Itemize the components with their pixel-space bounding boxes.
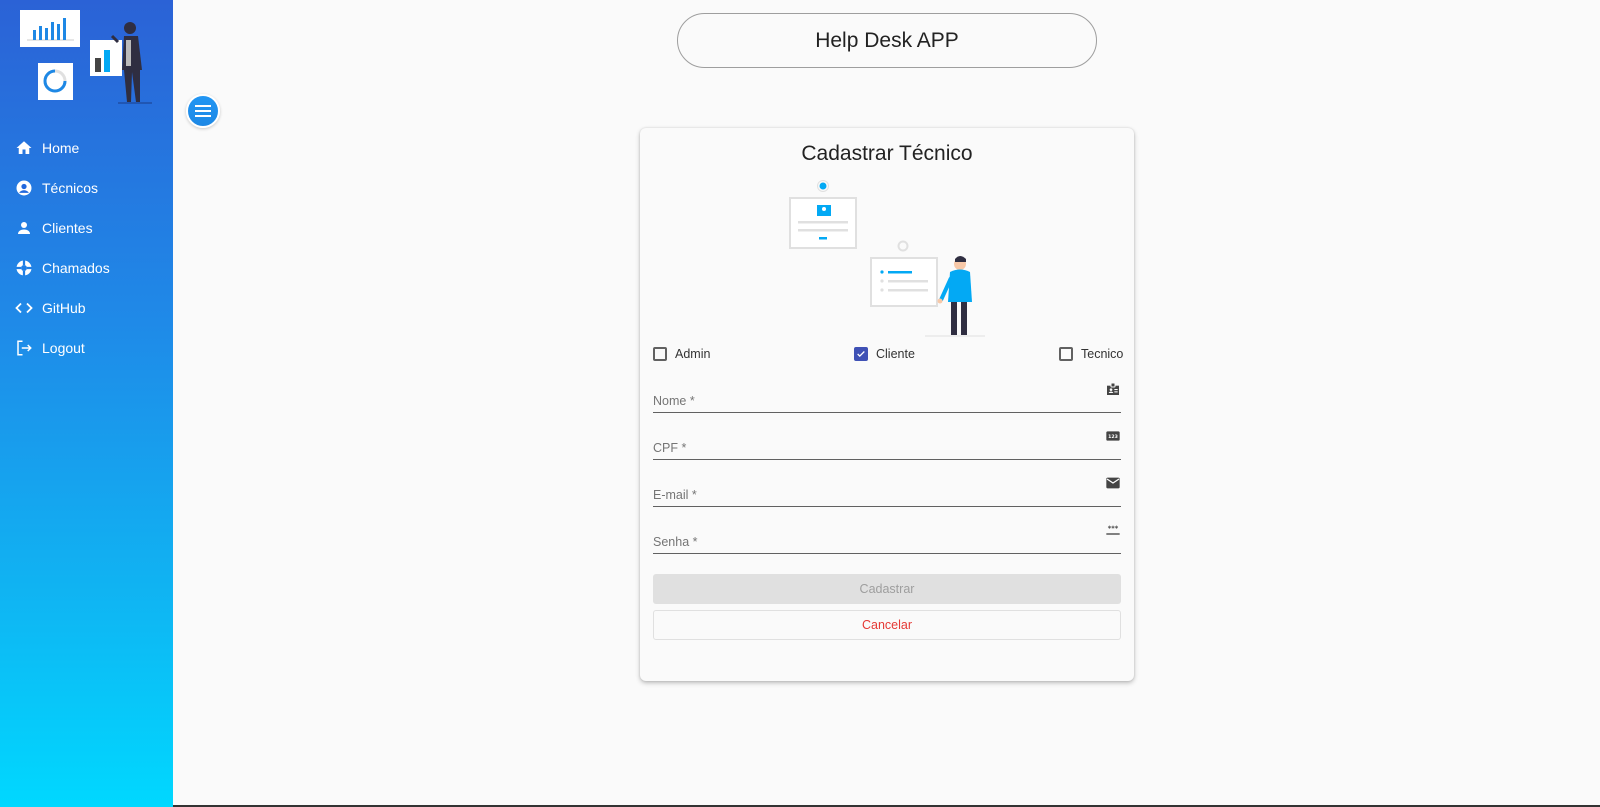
checkbox-tecnico-label: Tecnico: [1081, 347, 1124, 361]
sidebar-item-tecnicos[interactable]: Técnicos: [0, 168, 173, 208]
checkbox-cliente-label: Cliente: [876, 347, 915, 361]
cpf-input[interactable]: [653, 428, 1093, 458]
home-icon: [15, 139, 33, 157]
cancelar-button[interactable]: Cancelar: [653, 610, 1121, 640]
check-icon: [857, 351, 865, 357]
sidebar-item-chamados[interactable]: Chamados: [0, 248, 173, 288]
form-illustration: [789, 180, 985, 337]
sidebar-item-github[interactable]: GitHub: [0, 288, 173, 328]
sidebar-nav: Home Técnicos Clientes Chamados GitHub L…: [0, 128, 173, 368]
sidebar-item-label: GitHub: [42, 300, 86, 316]
support-icon: [15, 259, 33, 277]
account-circle-icon: [15, 179, 33, 197]
sidebar-item-home[interactable]: Home: [0, 128, 173, 168]
form-title: Cadastrar Técnico: [801, 142, 973, 165]
mail-icon: [1106, 477, 1120, 489]
sidebar-item-label: Técnicos: [42, 180, 99, 196]
numbers-icon: 123: [1106, 431, 1120, 441]
email-input[interactable]: [653, 475, 1093, 505]
sidebar-item-label: Chamados: [42, 260, 110, 276]
cpf-field: 123: [653, 428, 1121, 460]
senha-field: ***: [653, 522, 1121, 554]
sidebar: Home Técnicos Clientes Chamados GitHub L…: [0, 0, 173, 807]
hamburger-icon: [195, 105, 211, 117]
email-field: [653, 475, 1121, 507]
svg-text:123: 123: [1108, 434, 1118, 440]
checkbox-tecnico[interactable]: Tecnico: [1059, 347, 1123, 361]
sidebar-item-label: Clientes: [42, 220, 93, 236]
menu-toggle-button[interactable]: [186, 94, 220, 128]
code-icon: [15, 299, 33, 317]
svg-text:***: ***: [1108, 525, 1119, 533]
profile-checkboxes: Admin Cliente Tecnico: [653, 347, 1123, 367]
cadastrar-button[interactable]: Cadastrar: [653, 574, 1121, 604]
sidebar-item-logout[interactable]: Logout: [0, 328, 173, 368]
logout-icon: [15, 339, 33, 357]
nome-field: [653, 381, 1121, 413]
badge-icon: [1107, 382, 1119, 395]
sidebar-item-label: Logout: [42, 340, 85, 356]
sidebar-illustration: [20, 10, 152, 104]
checkbox-cliente-box[interactable]: [854, 347, 868, 361]
checkbox-admin-label: Admin: [675, 347, 711, 361]
checkbox-tecnico-box[interactable]: [1059, 347, 1073, 361]
checkbox-admin-box[interactable]: [653, 347, 667, 361]
sidebar-item-label: Home: [42, 140, 80, 156]
senha-input[interactable]: [653, 522, 1093, 552]
sidebar-item-clientes[interactable]: Clientes: [0, 208, 173, 248]
person-icon: [15, 219, 33, 237]
nome-input[interactable]: [653, 381, 1093, 411]
app-title: Help Desk APP: [677, 13, 1097, 68]
checkbox-admin[interactable]: Admin: [653, 347, 710, 361]
password-icon: ***: [1106, 525, 1120, 535]
register-form-card: Cadastrar Técnico Admin Cliente Tecnico …: [640, 128, 1134, 681]
checkbox-cliente[interactable]: Cliente: [854, 347, 915, 361]
